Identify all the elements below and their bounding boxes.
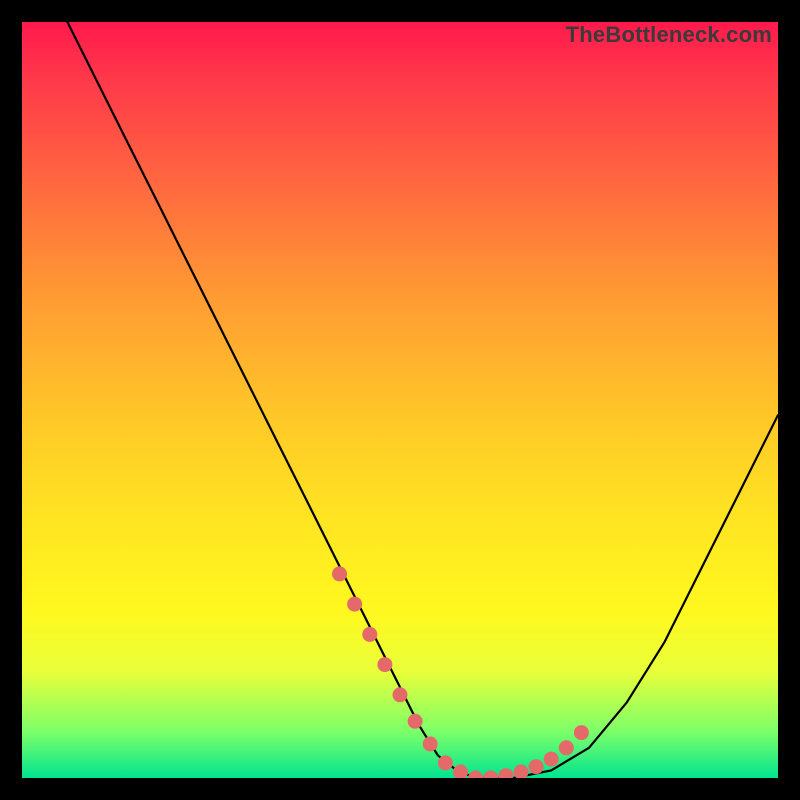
marker-dot	[393, 687, 408, 702]
highlight-markers	[332, 566, 589, 778]
marker-dot	[332, 566, 347, 581]
marker-dot	[347, 597, 362, 612]
chart-frame: TheBottleneck.com	[0, 0, 800, 800]
marker-dot	[498, 768, 513, 778]
marker-dot	[362, 627, 377, 642]
marker-dot	[438, 755, 453, 770]
marker-dot	[544, 752, 559, 767]
marker-dot	[483, 771, 498, 779]
marker-dot	[529, 759, 544, 774]
marker-dot	[468, 771, 483, 779]
curve-svg	[22, 22, 778, 778]
plot-area: TheBottleneck.com	[22, 22, 778, 778]
marker-dot	[559, 740, 574, 755]
marker-dot	[408, 714, 423, 729]
marker-dot	[423, 737, 438, 752]
marker-dot	[377, 657, 392, 672]
bottleneck-curve	[67, 22, 778, 778]
marker-dot	[514, 765, 529, 779]
marker-dot	[574, 725, 589, 740]
marker-dot	[453, 765, 468, 779]
